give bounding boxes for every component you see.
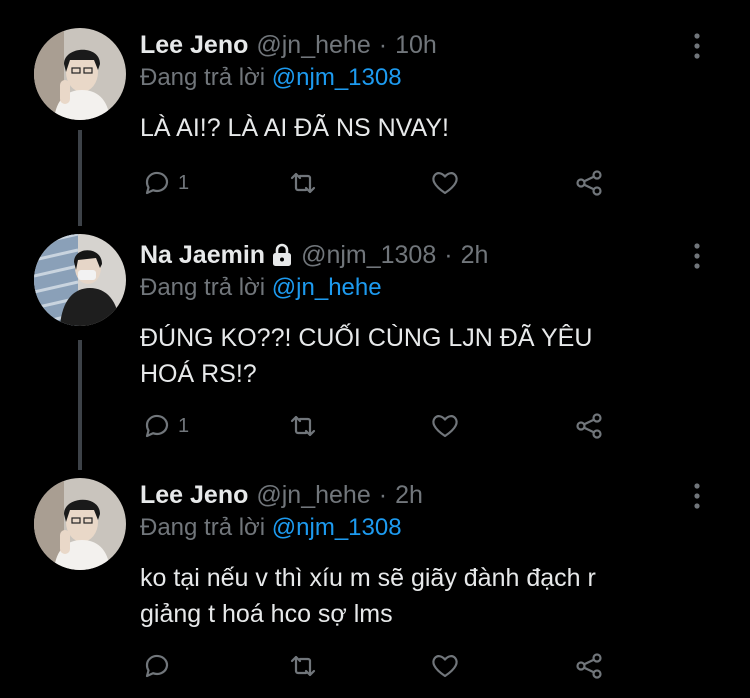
more-icon[interactable]	[689, 242, 705, 270]
avatar[interactable]	[34, 28, 126, 120]
share-icon	[576, 653, 602, 679]
retweet-button[interactable]	[286, 165, 320, 201]
retweet-button[interactable]	[286, 408, 320, 444]
replying-label: Đang trả lời	[140, 514, 266, 541]
tweet[interactable]: Na Jaemin @njm_1308 · 2h Đang trả lời @j…	[0, 234, 750, 458]
reply-count: 1	[178, 414, 190, 437]
display-name[interactable]: Lee Jeno	[140, 481, 248, 510]
like-button[interactable]	[428, 165, 462, 201]
retweet-icon	[290, 655, 316, 677]
reply-icon	[145, 654, 169, 678]
separator-dot: ·	[444, 240, 453, 269]
reply-icon	[145, 171, 169, 195]
retweet-icon	[290, 172, 316, 194]
reply-count: 1	[178, 171, 190, 194]
timestamp[interactable]: 2h	[461, 241, 489, 270]
reply-button[interactable]: 1	[140, 408, 189, 444]
display-name[interactable]: Na Jaemin	[140, 241, 265, 270]
username[interactable]: @njm_1308	[301, 241, 436, 270]
mention-link[interactable]: @njm_1308	[272, 514, 402, 541]
separator-dot: ·	[378, 480, 388, 509]
tweet-text-line: HOÁ RS!?	[140, 360, 257, 388]
tweet-text: LÀ AI!? LÀ AI ĐÃ NS NVAY!	[140, 110, 730, 146]
like-icon	[432, 655, 458, 678]
timestamp[interactable]: 2h	[395, 481, 423, 510]
replying-to: Đang trả lời @njm_1308	[140, 514, 402, 542]
share-icon	[576, 170, 602, 196]
mention-link[interactable]: @jn_hehe	[272, 274, 382, 301]
replying-label: Đang trả lời	[140, 64, 266, 91]
tweet-text-line: ko tại nếu v thì xíu m sẽ giãy đành đạch…	[140, 564, 596, 592]
reply-icon	[145, 414, 169, 438]
reply-button[interactable]: 1	[140, 165, 189, 201]
replying-to: Đang trả lời @jn_hehe	[140, 274, 382, 302]
lock-icon	[271, 243, 293, 267]
separator-dot: ·	[378, 30, 388, 59]
share-button[interactable]	[572, 408, 606, 444]
retweet-icon	[290, 415, 316, 437]
display-name[interactable]: Lee Jeno	[140, 31, 248, 60]
more-icon[interactable]	[689, 32, 705, 60]
share-icon	[576, 413, 602, 439]
replying-label: Đang trả lời	[140, 274, 266, 301]
reply-button[interactable]	[140, 648, 178, 684]
action-bar: 1	[140, 165, 620, 201]
tweet-text: ko tại nếu v thì xíu m sẽ giãy đành đạch…	[140, 560, 730, 632]
avatar[interactable]	[34, 234, 126, 326]
timestamp[interactable]: 10h	[395, 31, 437, 60]
tweet[interactable]: Lee Jeno @jn_hehe · 10h Đang trả lời @nj…	[0, 28, 750, 228]
action-bar	[140, 648, 620, 684]
like-button[interactable]	[428, 408, 462, 444]
username[interactable]: @jn_hehe	[256, 31, 370, 60]
share-button[interactable]	[572, 648, 606, 684]
like-icon	[432, 415, 458, 438]
like-icon	[432, 172, 458, 195]
username[interactable]: @jn_hehe	[256, 481, 370, 510]
tweet-text-line: ĐÚNG KO??! CUỐI CÙNG LJN ĐÃ YÊU	[140, 324, 593, 352]
avatar[interactable]	[34, 478, 126, 570]
more-icon[interactable]	[689, 482, 705, 510]
replying-to: Đang trả lời @njm_1308	[140, 64, 402, 92]
mention-link[interactable]: @njm_1308	[272, 64, 402, 91]
like-button[interactable]	[428, 648, 462, 684]
tweet-text-line: giảng t hoá hco sợ lms	[140, 600, 393, 628]
retweet-button[interactable]	[286, 648, 320, 684]
action-bar: 1	[140, 408, 620, 444]
tweet-text-line: LÀ AI!? LÀ AI ĐÃ NS NVAY!	[140, 114, 449, 142]
share-button[interactable]	[572, 165, 606, 201]
tweet-text: ĐÚNG KO??! CUỐI CÙNG LJN ĐÃ YÊU HOÁ RS!?	[140, 320, 730, 392]
tweet[interactable]: Lee Jeno @jn_hehe · 2h Đang trả lời @njm…	[0, 478, 750, 698]
